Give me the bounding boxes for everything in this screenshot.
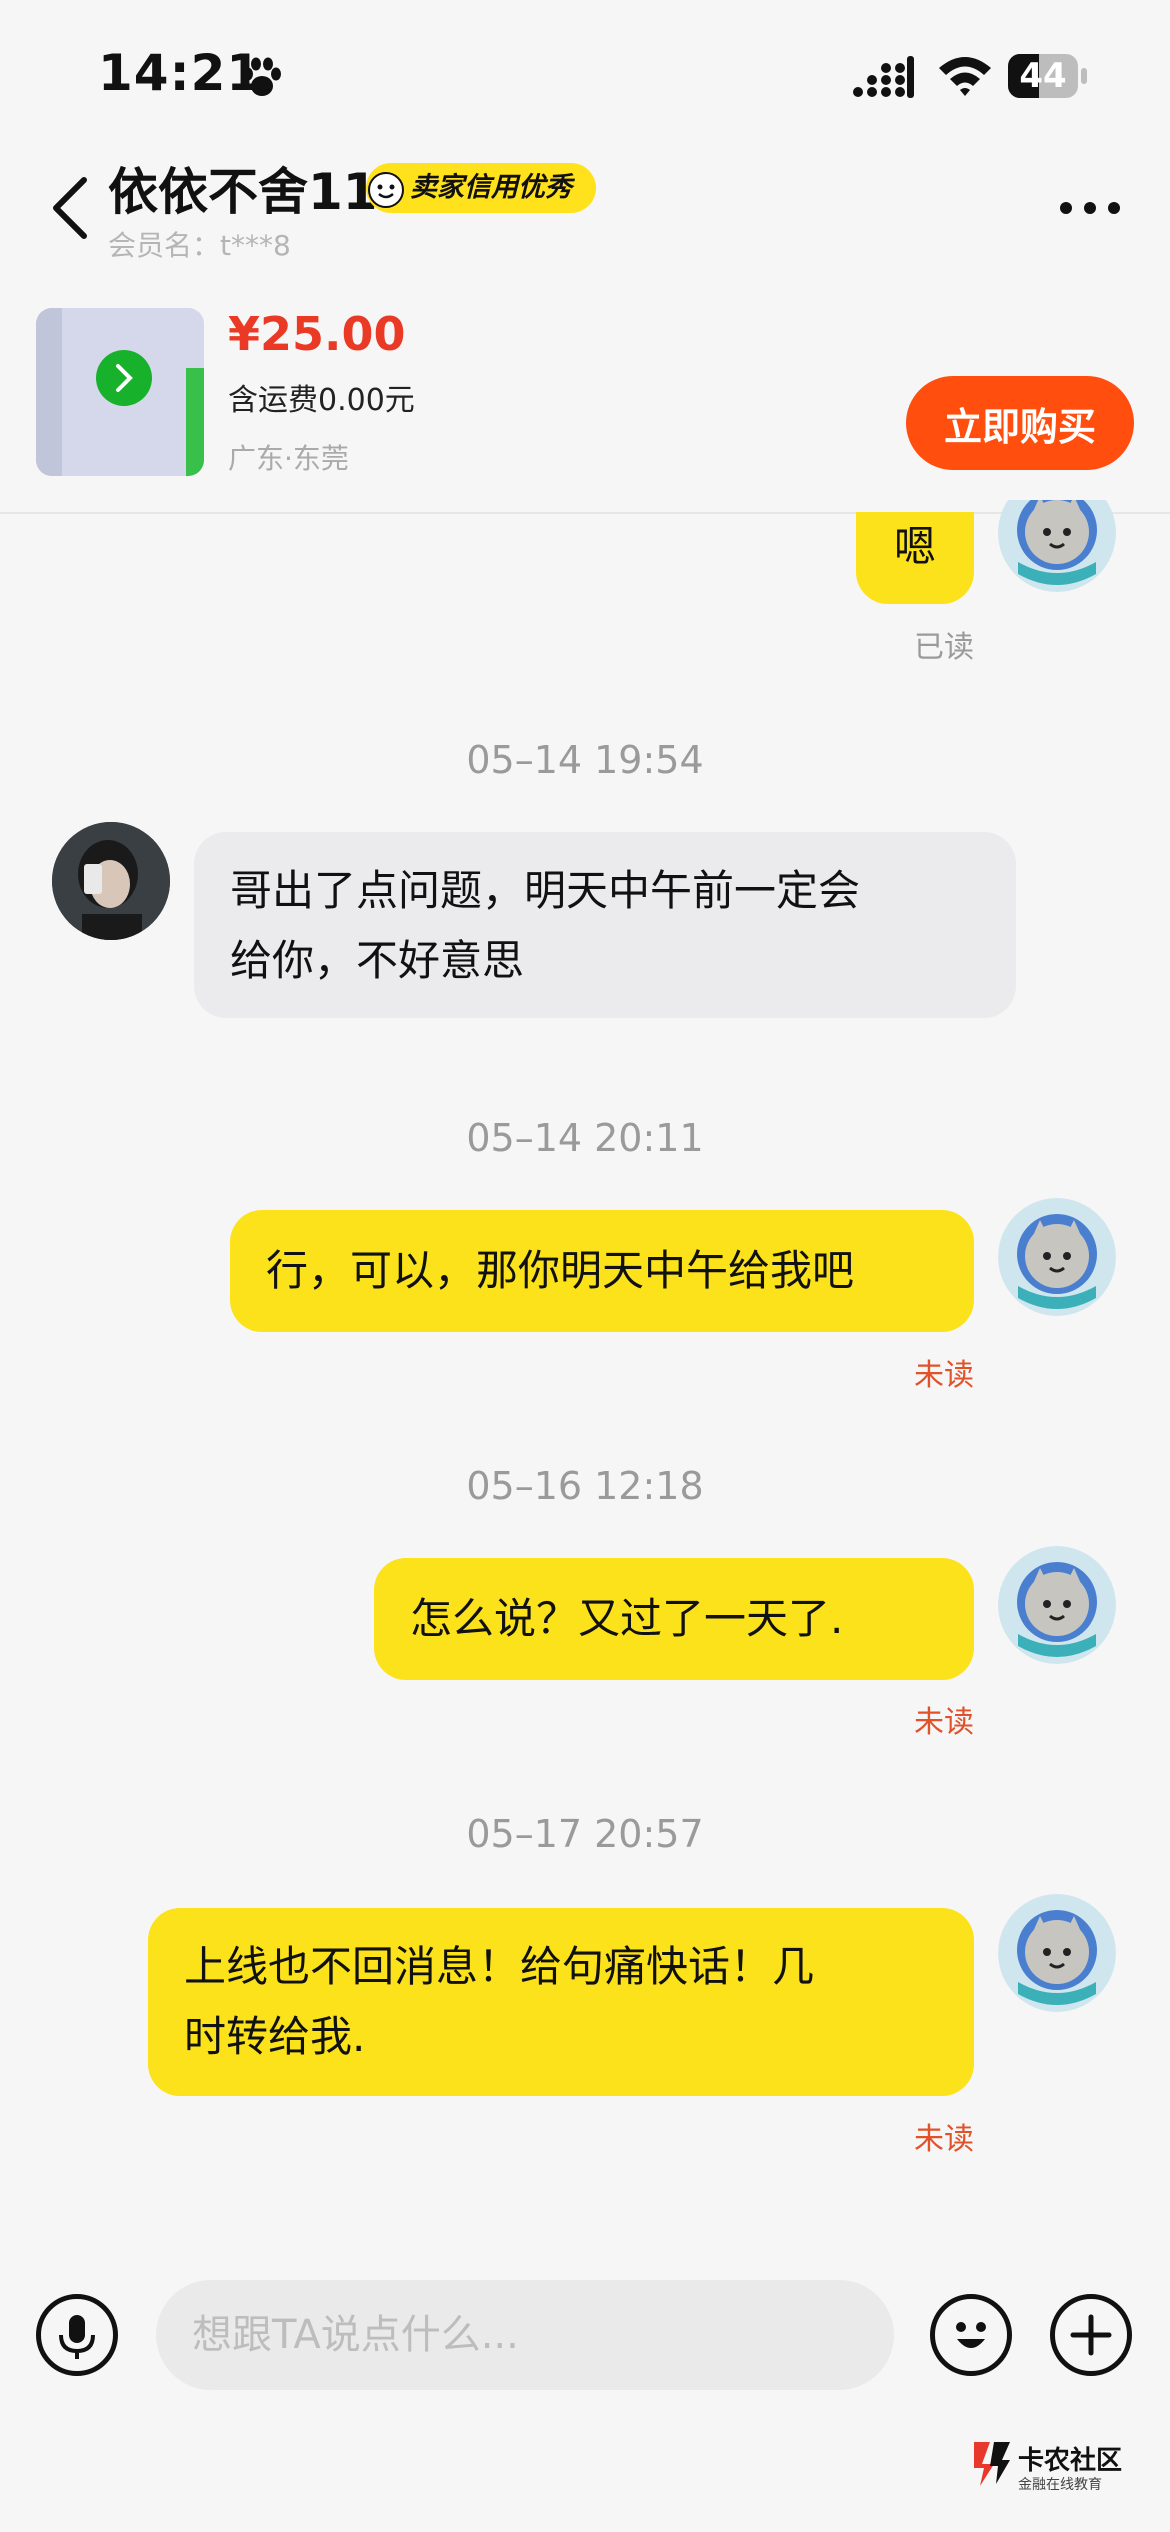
back-icon[interactable] xyxy=(44,172,100,244)
message-bubble-peer[interactable]: 哥出了点问题，明天中午前一定会 给你，不好意思 xyxy=(194,832,1016,1018)
my-avatar[interactable] xyxy=(998,500,1116,592)
my-avatar[interactable] xyxy=(998,1894,1116,2012)
timestamp: 05–14 19:54 xyxy=(466,738,704,782)
signal-icon xyxy=(853,56,914,98)
timestamp: 05–16 12:18 xyxy=(466,1464,704,1508)
emoji-button[interactable] xyxy=(930,2294,1012,2376)
peer-avatar[interactable] xyxy=(52,822,170,940)
read-status: 已读 xyxy=(914,630,974,665)
my-avatar[interactable] xyxy=(998,1546,1116,1664)
message-bubble-mine[interactable]: 怎么说？又过了一天了. xyxy=(374,1558,974,1680)
smiley-icon xyxy=(956,2322,986,2348)
microphone-icon xyxy=(59,2315,95,2359)
watermark-sub: 金融在线教育 xyxy=(1018,2477,1102,2493)
message-bubble-mine[interactable]: 上线也不回消息！给句痛快话！几 时转给我. xyxy=(148,1908,974,2096)
more-options-icon[interactable] xyxy=(1056,196,1124,220)
buy-now-button[interactable]: 立即购买 xyxy=(906,376,1134,470)
chat-title: 依依不舍11 xyxy=(108,163,378,221)
unread-status: 未读 xyxy=(914,1358,974,1393)
smiley-badge-icon xyxy=(368,172,404,208)
shipping-fee: 含运费0.00元 xyxy=(228,383,415,418)
unread-status: 未读 xyxy=(914,2122,974,2157)
watermark-logo-icon xyxy=(974,2442,1010,2486)
plus-icon xyxy=(1070,2314,1112,2356)
message-bubble-mine[interactable]: 嗯 xyxy=(856,512,974,604)
unread-status: 未读 xyxy=(914,1705,974,1740)
my-avatar[interactable] xyxy=(998,1198,1116,1316)
voice-input-button[interactable] xyxy=(36,2294,118,2376)
member-name: 会员名：t***8 xyxy=(108,229,291,262)
message-input[interactable] xyxy=(156,2280,894,2390)
product-location: 广东·东莞 xyxy=(228,442,349,475)
battery-indicator: 44 xyxy=(1008,54,1088,100)
add-attachment-button[interactable] xyxy=(1050,2294,1132,2376)
watermark-name: 卡农社区 xyxy=(1018,2446,1123,2476)
message-bubble-mine[interactable]: 行，可以，那你明天中午给我吧 xyxy=(230,1210,974,1332)
wifi-icon xyxy=(939,57,991,96)
product-price: ¥25.00 xyxy=(228,307,406,361)
timestamp: 05–14 20:11 xyxy=(466,1116,704,1160)
paw-icon xyxy=(243,57,281,96)
timestamp: 05–17 20:57 xyxy=(466,1812,704,1856)
product-thumbnail[interactable] xyxy=(36,308,204,476)
